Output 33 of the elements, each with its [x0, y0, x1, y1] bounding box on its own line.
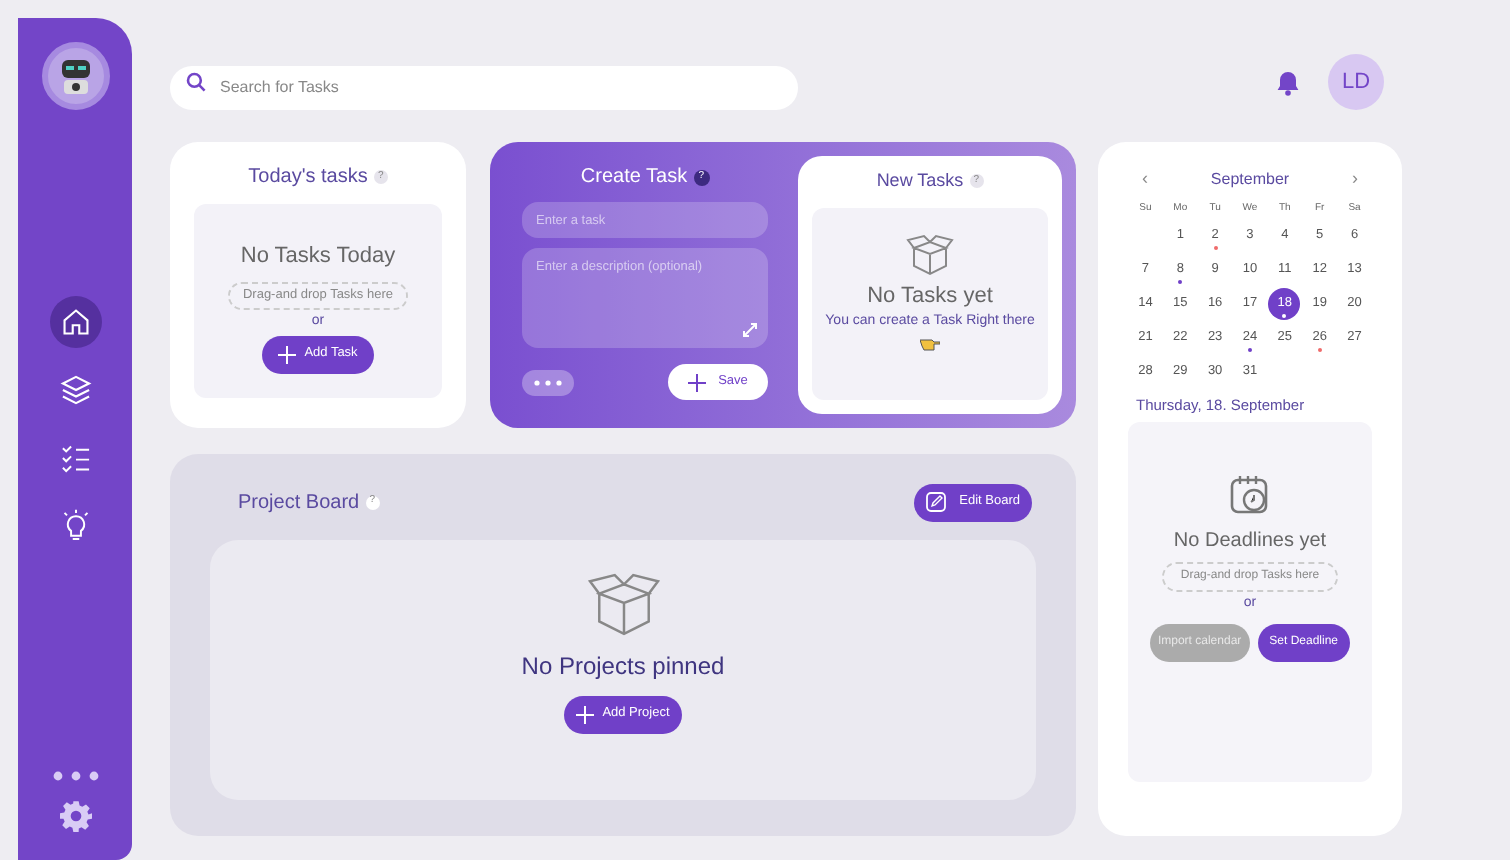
search-icon: [186, 72, 206, 92]
open-box-icon: [906, 233, 954, 277]
search-field[interactable]: Search for Tasks: [170, 65, 798, 109]
plus-icon: [576, 706, 595, 724]
settings-icon[interactable]: [59, 800, 91, 832]
card-title: Create Task: [580, 164, 688, 192]
plus-icon: [278, 346, 297, 364]
user-avatar[interactable]: LD: [1328, 54, 1384, 110]
empty-message: No Tasks Today: [240, 242, 396, 272]
nav-button[interactable]: [49, 296, 101, 348]
pointing-hand-icon: [920, 337, 940, 351]
edit-icon: [925, 492, 946, 512]
empty-message: No Tasks yet: [867, 281, 993, 311]
empty-message: No Projects pinned: [521, 650, 725, 684]
more-options-button[interactable]: [522, 369, 574, 395]
month-title: September: [1210, 167, 1290, 192]
home-icon: [57, 304, 93, 340]
checklist-icon: [57, 440, 93, 476]
notification-bell-icon[interactable]: [1276, 69, 1300, 95]
previous-month-button[interactable]: ‹: [1142, 166, 1148, 193]
calendar-clock-icon: [1228, 472, 1272, 517]
layers-icon: [57, 372, 93, 408]
expand-icon[interactable]: [742, 322, 758, 338]
card-title: New Tasks: [876, 168, 964, 194]
robot-avatar[interactable]: [41, 42, 109, 110]
next-month-button[interactable]: ›: [1351, 166, 1358, 193]
more-icon: [534, 379, 562, 385]
empty-message: No Deadlines yet: [1173, 528, 1327, 557]
board-title: Project Board: [238, 489, 360, 517]
plus-icon: [688, 373, 707, 391]
more-icon[interactable]: [51, 770, 99, 782]
open-box-icon: [585, 572, 661, 640]
card-title: Today's tasks: [248, 164, 368, 192]
